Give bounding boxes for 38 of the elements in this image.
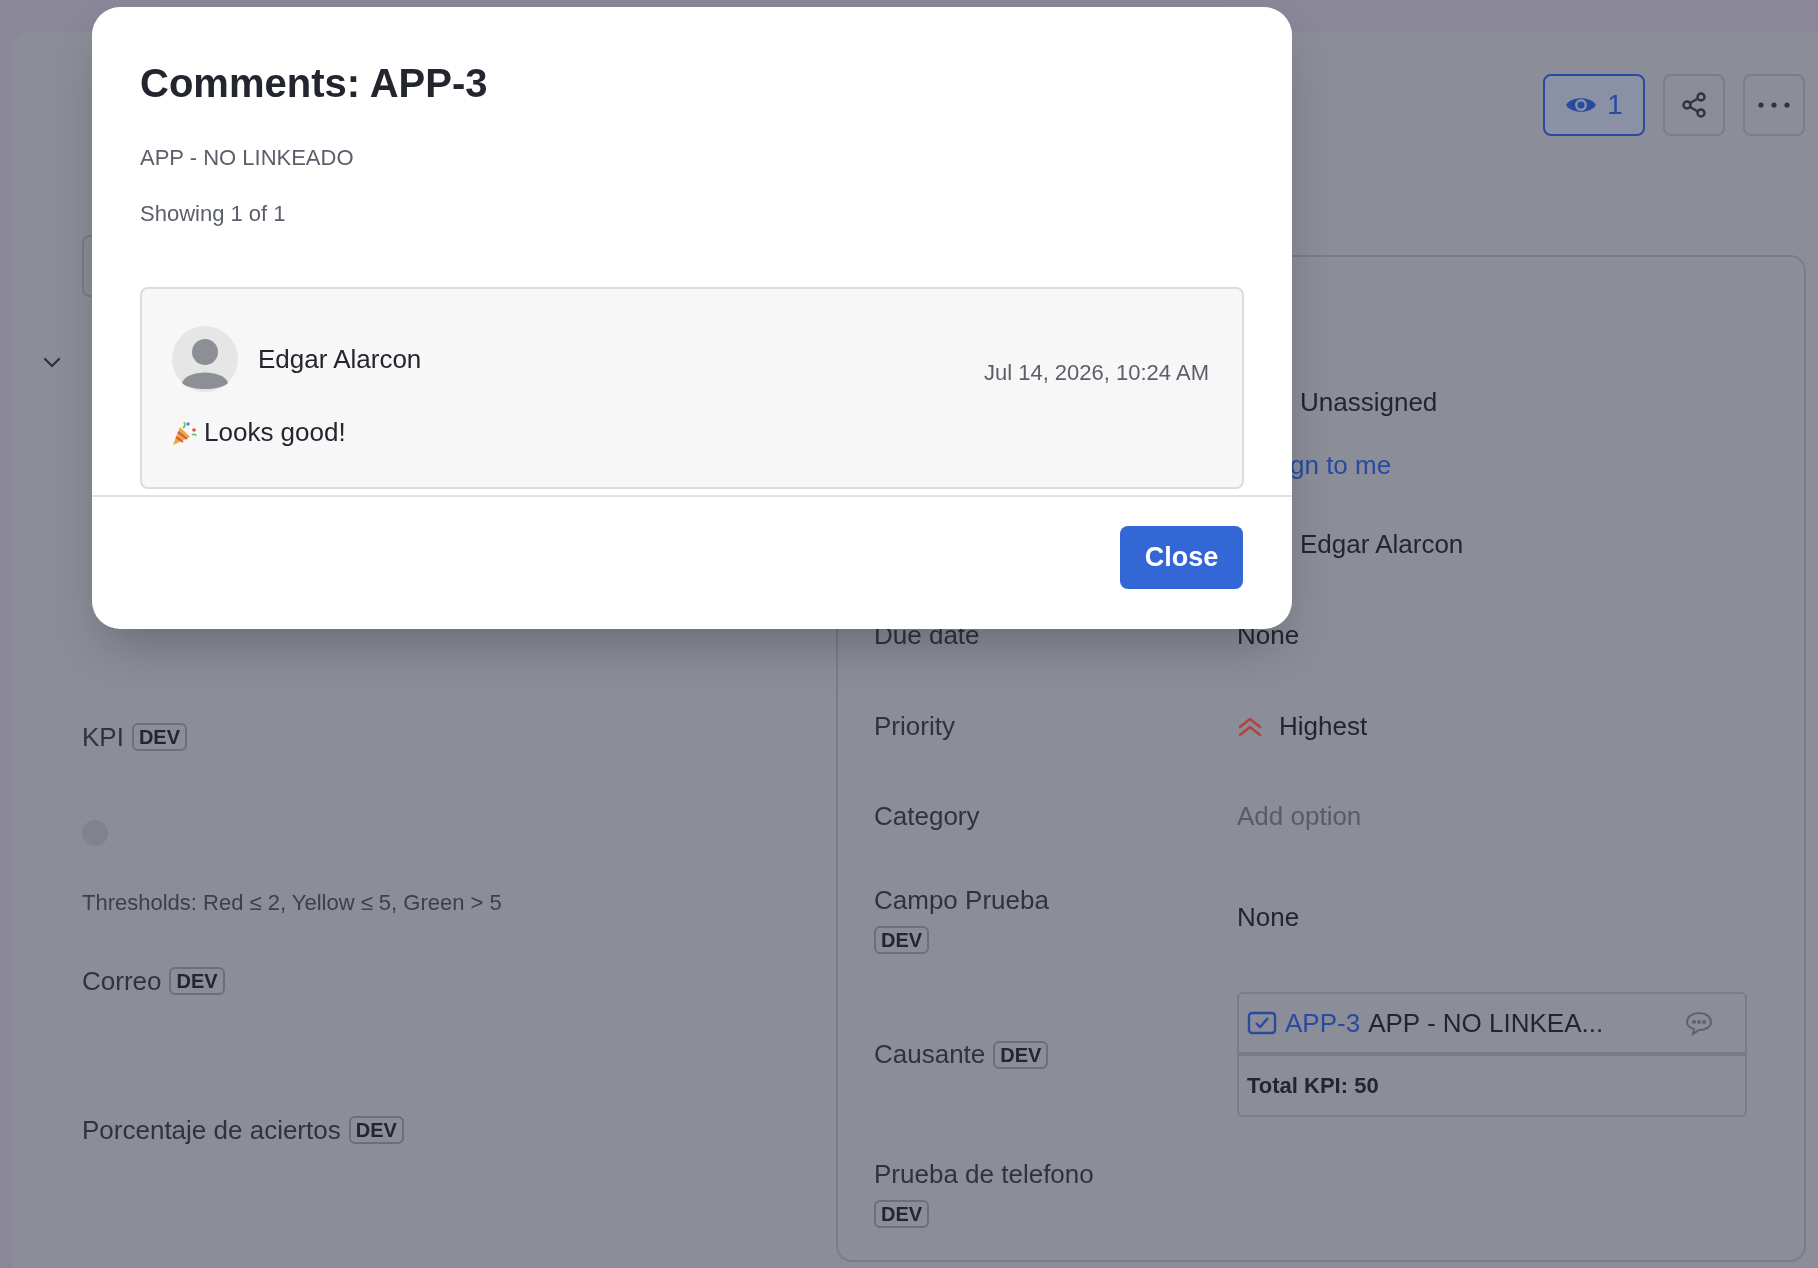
user-name: Edgar Alarcon: [1300, 528, 1464, 561]
checkbox-icon: [1247, 1011, 1277, 1035]
dev-tag: DEV: [874, 926, 930, 954]
issue-key-link[interactable]: APP-3: [1285, 1003, 1361, 1043]
field-label: Prueba de telefono: [874, 1158, 1094, 1191]
double-chevron-up-icon: [1237, 715, 1263, 738]
dialog-title: Comments: APP-3: [140, 60, 488, 107]
field-label: Category: [874, 800, 980, 833]
dev-tag: DEV: [993, 1040, 1049, 1069]
close-button[interactable]: Close: [1120, 526, 1243, 589]
dev-tag: DEV: [348, 1116, 404, 1144]
field-label: Campo Prueba: [874, 884, 1049, 917]
share-icon: [1680, 91, 1708, 119]
comment-count: Showing 1 of 1: [140, 199, 286, 228]
comment-text: Looks good!: [204, 416, 346, 449]
user-name: Unassigned: [1300, 386, 1438, 419]
more-icon: [1758, 102, 1790, 108]
issue-summary: APP - NO LINKEA...: [1368, 1006, 1604, 1040]
comment-time: Jul 14, 2026, 10:24 AM: [983, 358, 1209, 387]
field-label: Porcentaje de aciertos: [82, 1113, 341, 1147]
field-label: Causante: [874, 1038, 986, 1071]
assign-link[interactable]: gn to me: [1290, 446, 1392, 485]
dev-tag: DEV: [131, 723, 188, 751]
total-kpi-text: Total KPI: 50: [1247, 1072, 1379, 1100]
field-label: Correo: [82, 964, 162, 998]
watch-button[interactable]: 1: [1543, 74, 1645, 136]
field-value: Highest: [1279, 710, 1368, 743]
thresholds-text: Thresholds: Red ≤ 2, Yellow ≤ 5, Green > 5: [82, 888, 502, 917]
dev-tag: DEV: [874, 1200, 930, 1228]
share-button[interactable]: [1663, 74, 1725, 136]
avatar-icon: [170, 325, 240, 393]
field-label: KPI: [82, 720, 124, 754]
dev-tag: DEV: [169, 967, 225, 995]
field-value: None: [1237, 901, 1300, 934]
dialog-subtitle: APP - NO LINKEADO: [140, 143, 354, 172]
comment-author: Edgar Alarcon: [258, 342, 422, 376]
linked-issue-card[interactable]: APP-3 APP - NO LINKEA... Total KPI: 50: [1237, 992, 1747, 1117]
field-label: Priority: [874, 710, 955, 743]
